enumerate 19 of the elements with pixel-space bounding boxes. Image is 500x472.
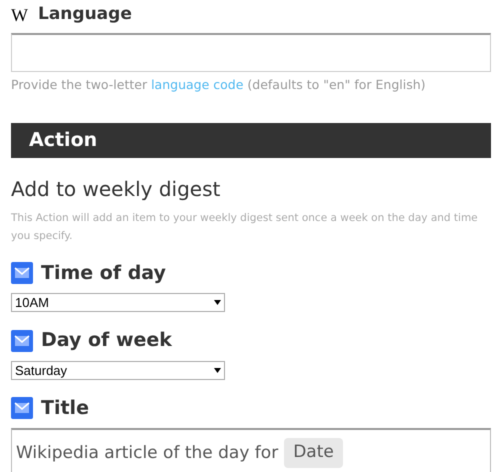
title-field[interactable]: Wikipedia article of the day for Date xyxy=(11,428,491,472)
date-token[interactable]: Date xyxy=(284,438,343,468)
action-title: Add to weekly digest xyxy=(11,176,222,203)
caret-icon xyxy=(214,368,221,373)
field-label: Title xyxy=(41,396,89,421)
caret-icon xyxy=(214,300,221,306)
dropdown[interactable]: Saturday xyxy=(11,360,225,380)
field-hint: Provide the two-letter language code (defaults to "en" for English) xyxy=(11,76,427,94)
dropdown[interactable]: 10AM xyxy=(11,293,225,312)
field-label: Day of week xyxy=(41,328,172,354)
action-description: This Action will add an item to your weekly digest sent once a week on the day and time you specify. xyxy=(11,210,479,244)
field-label: Language xyxy=(38,3,132,26)
field-label: Time of day xyxy=(41,260,166,286)
section-header: Action xyxy=(11,122,491,158)
wikipedia-logo: W xyxy=(11,4,28,26)
mail-icon xyxy=(11,397,33,419)
mail-icon xyxy=(11,330,33,352)
mail-icon xyxy=(11,262,33,284)
language-field[interactable] xyxy=(11,33,491,72)
